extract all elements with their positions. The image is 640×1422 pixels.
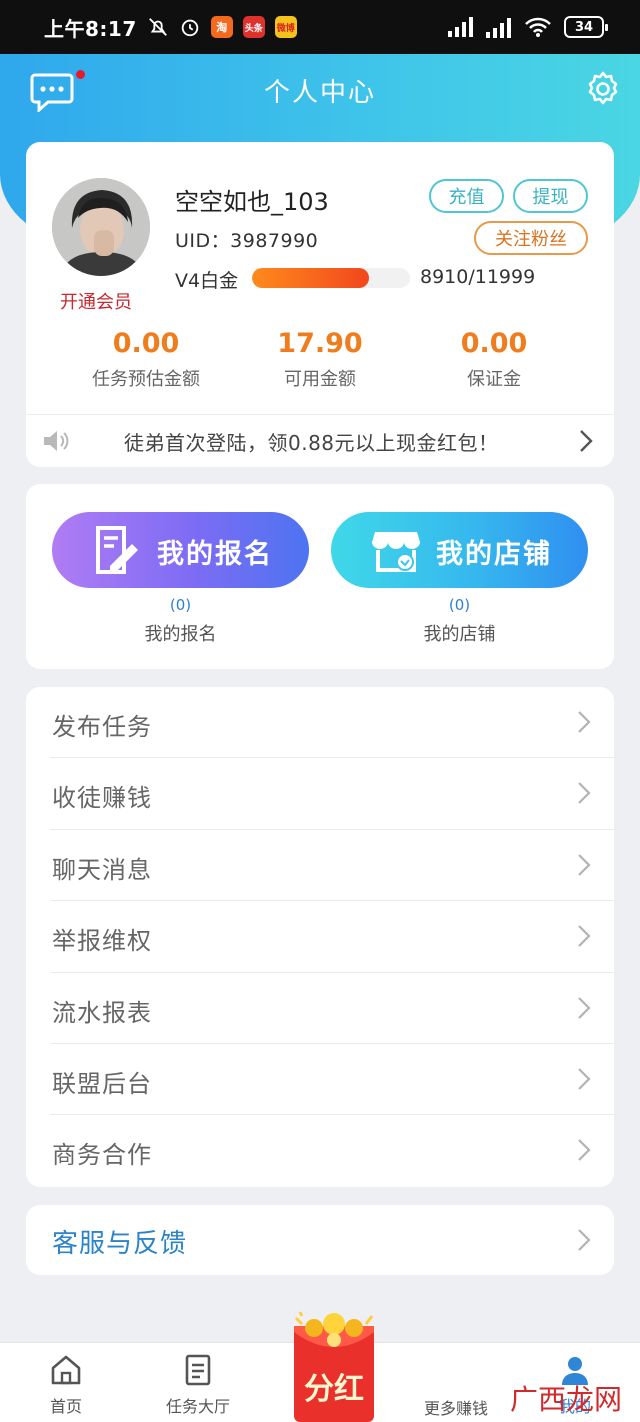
mute-bell-icon [148,18,167,36]
menu-list: 发布任务 收徒赚钱 聊天消息 举报维权 流水报表 联盟后台 商务合作 [26,687,614,1187]
menu-item-chat-messages[interactable]: 聊天消息 [26,830,614,902]
signal-icon [448,17,473,37]
level-progress-fill [252,268,369,288]
battery-icon: 34 [564,16,608,38]
status-bar: 上午8:17 淘 头条 微博 34 [0,0,640,54]
unread-dot [76,70,85,79]
tab-home[interactable]: 首页 [11,1353,121,1417]
withdraw-button[interactable]: 提现 [513,179,588,213]
my-store-button[interactable]: 我的店铺 [331,512,588,588]
member-level: V4白金 [175,270,239,292]
my-store-label: 我的店铺 [436,539,552,570]
my-signup-caption: 我的报名 [144,624,217,645]
chevron-right-icon [580,430,593,452]
chevron-right-icon [578,854,591,876]
watermark-logo: 广西龙网 [510,1383,623,1416]
page-title: 个人中心 [263,77,376,108]
taobao-app-icon: 淘 [210,16,233,38]
level-progress-bar [252,268,410,288]
chevron-right-icon [578,711,591,733]
follow-fans-button[interactable]: 关注粉丝 [474,221,588,255]
menu-item-label: 商务合作 [52,1141,152,1170]
my-signup-button[interactable]: 我的报名 [52,512,309,588]
status-left: 上午8:17 淘 头条 微博 [44,13,297,42]
my-store-count: (0) [448,596,471,614]
stat-deposit[interactable]: 0.00 保证金 [404,328,584,391]
customer-service-feedback[interactable]: 客服与反馈 [26,1205,614,1275]
menu-item-label: 举报维权 [52,927,152,956]
store-icon [372,532,420,572]
bonus-red-envelope-button[interactable]: 分红 [290,1310,378,1422]
stat-value: 0.00 [460,328,528,359]
notice-text: 徒弟首次登陆，领0.88元以上现金红包！ [124,431,499,455]
menu-item-label: 流水报表 [52,998,152,1027]
weibo-app-icon: 微博 [274,16,297,38]
menu-item-business-cooperation[interactable]: 商务合作 [26,1115,614,1186]
tab-label: 首页 [49,1397,82,1416]
settings-gear-icon[interactable] [584,70,622,108]
chevron-right-icon [578,1068,591,1090]
chevron-right-icon [578,925,591,947]
menu-item-alliance-backend[interactable]: 联盟后台 [26,1044,614,1116]
edit-document-icon [96,526,138,574]
stat-label: 任务预估金额 [92,369,200,390]
home-icon [51,1355,81,1385]
stat-estimated-task-amount[interactable]: 0.00 任务预估金额 [56,328,236,391]
menu-item-report-rights[interactable]: 举报维权 [26,901,614,973]
tab-label: 任务大厅 [165,1397,230,1416]
wifi-icon [525,17,551,37]
avatar[interactable] [52,178,150,276]
my-signup-count: (0) [169,596,192,614]
menu-item-label: 聊天消息 [52,855,152,884]
user-id: UID：3987990 [175,230,319,252]
menu-item-transaction-report[interactable]: 流水报表 [26,973,614,1044]
my-store-caption: 我的店铺 [423,624,496,645]
message-icon[interactable] [30,72,74,112]
username: 空空如也_103 [175,188,329,216]
tab-task-hall[interactable]: 任务大厅 [143,1353,253,1417]
avatar-image [52,178,150,276]
level-progress-text: 8910/11999 [420,266,536,288]
quick-actions-card: 我的报名 (0) 我的报名 我的店铺 (0) 我的店铺 [26,484,614,669]
stat-label: 可用金额 [284,369,356,390]
speaker-icon [44,431,69,451]
stat-value: 0.00 [112,328,180,359]
menu-item-recruit-apprentices[interactable]: 收徒赚钱 [26,758,614,830]
status-time: 上午8:17 [44,16,137,41]
bonus-label: 分红 [304,1372,364,1407]
header-bar: 个人中心 [0,54,640,126]
open-vip-link[interactable]: 开通会员 [60,288,132,314]
tab-more-earnings[interactable]: 更多赚钱 [401,1395,511,1419]
toutiao-app-icon: 头条 [242,16,265,38]
menu-item-label: 收徒赚钱 [52,784,152,813]
signal-hd-icon [486,18,511,38]
my-signup-label: 我的报名 [157,539,273,570]
menu-item-label: 发布任务 [52,713,152,741]
notice-bar[interactable]: 徒弟首次登陆，领0.88元以上现金红包！ [26,415,614,467]
stat-available-amount[interactable]: 17.90 可用金额 [230,328,410,391]
profile-card: 开通会员 空空如也_103 UID：3987990 充值 提现 关注粉丝 V4白… [26,142,614,467]
chevron-right-icon [578,782,591,805]
menu-item-publish-task[interactable]: 发布任务 [26,687,614,759]
chevron-right-icon [578,996,591,1019]
stat-label: 保证金 [467,369,521,390]
chevron-right-icon [578,1139,591,1162]
customer-service-label: 客服与反馈 [52,1229,188,1259]
recharge-button[interactable]: 充值 [429,179,504,213]
menu-item-label: 联盟后台 [52,1070,152,1098]
chevron-right-icon [578,1229,591,1251]
document-icon [185,1354,211,1386]
alarm-icon [181,19,198,37]
stat-value: 17.90 [277,328,363,359]
status-right: 34 [448,16,608,38]
tab-label: 更多赚钱 [423,1399,488,1418]
